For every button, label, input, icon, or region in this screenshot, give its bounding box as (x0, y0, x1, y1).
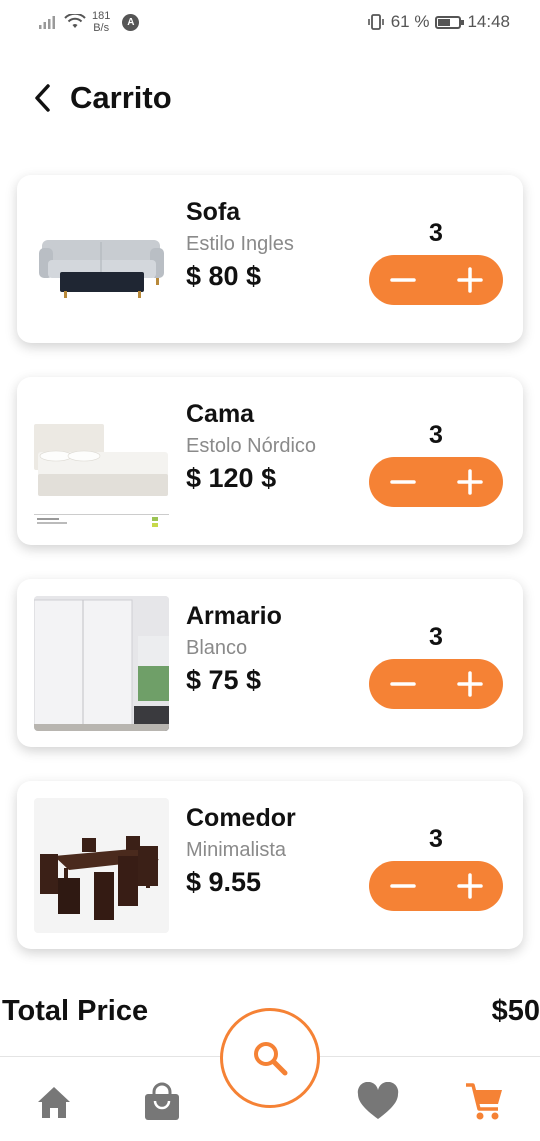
cart-item[interactable]: Cama Estolo Nórdico $ 120 $ 3 (17, 377, 523, 545)
minus-icon (389, 278, 416, 282)
decrement-button[interactable] (379, 863, 427, 909)
battery-level (438, 18, 451, 26)
cart-list: Sofa Estilo Ingles $ 80 $ 3 Cama Estolo … (17, 175, 523, 983)
minus-icon (389, 682, 416, 686)
home-icon[interactable] (31, 1079, 77, 1125)
status-bar: 181 B/s A 61 % 14:48 (0, 0, 540, 46)
product-subtitle: Blanco (186, 637, 248, 659)
product-info: Armario Blanco $ 75 $ (186, 601, 376, 697)
product-image-bed (34, 394, 169, 529)
product-image-dining-set (34, 798, 169, 933)
product-name: Comedor (186, 804, 296, 832)
clock: 14:48 (467, 12, 510, 31)
product-subtitle: Estilo Ingles (186, 233, 294, 255)
network-speed-unit: B/s (93, 22, 110, 34)
product-info: Sofa Estilo Ingles $ 80 $ (186, 197, 376, 293)
quantity-value: 3 (429, 219, 443, 247)
minus-icon (389, 480, 416, 484)
product-image-sofa (34, 192, 169, 327)
quantity-value: 3 (429, 623, 443, 651)
product-subtitle: Estolo Nórdico (186, 435, 317, 457)
product-name: Cama (186, 400, 255, 428)
plus-icon (456, 671, 483, 697)
product-price: $ 80 $ (186, 261, 262, 291)
wifi-icon (64, 14, 86, 28)
increment-button[interactable] (446, 863, 494, 909)
quantity-value: 3 (429, 825, 443, 853)
shopping-bag-icon[interactable] (139, 1079, 185, 1125)
cart-item[interactable]: Comedor Minimalista $ 9.55 3 (17, 781, 523, 949)
status-right: 61 % 14:48 (367, 12, 510, 32)
product-name: Armario (186, 602, 282, 630)
increment-button[interactable] (446, 257, 494, 303)
quantity-stepper (369, 255, 503, 305)
quantity-stepper (369, 659, 503, 709)
chevron-left-icon[interactable] (30, 80, 56, 116)
product-info: Comedor Minimalista $ 9.55 (186, 803, 376, 899)
battery-icon (435, 15, 465, 29)
cart-icon[interactable] (462, 1079, 508, 1125)
product-image-wardrobe (34, 596, 169, 731)
increment-button[interactable] (446, 661, 494, 707)
decrement-button[interactable] (379, 459, 427, 505)
plus-icon (456, 469, 483, 495)
quantity-stepper (369, 457, 503, 507)
minus-icon (389, 884, 416, 888)
plus-icon (456, 267, 483, 293)
product-price: $ 120 $ (186, 463, 277, 493)
network-speed-value: 181 (92, 10, 111, 22)
increment-button[interactable] (446, 459, 494, 505)
product-info: Cama Estolo Nórdico $ 120 $ (186, 399, 376, 495)
cart-item[interactable]: Armario Blanco $ 75 $ 3 (17, 579, 523, 747)
quantity-value: 3 (429, 421, 443, 449)
network-speed: 181 B/s (92, 10, 110, 34)
heart-icon[interactable] (355, 1079, 401, 1125)
product-price: $ 9.55 (186, 867, 262, 897)
page-header: Carrito (30, 80, 172, 116)
battery-percent: 61 % (390, 12, 430, 31)
plus-icon (456, 873, 483, 899)
quantity-stepper (369, 861, 503, 911)
cart-item[interactable]: Sofa Estilo Ingles $ 80 $ 3 (17, 175, 523, 343)
total-value: $50 (491, 995, 540, 1027)
total-label: Total Price (2, 995, 149, 1027)
search-button[interactable] (220, 1008, 320, 1108)
vibrate-icon (367, 14, 384, 30)
product-name: Sofa (186, 198, 241, 226)
page-title: Carrito (70, 80, 172, 115)
product-price: $ 75 $ (186, 665, 262, 695)
decrement-button[interactable] (379, 257, 427, 303)
product-subtitle: Minimalista (186, 839, 287, 861)
status-left: 181 B/s A (38, 10, 140, 34)
decrement-button[interactable] (379, 661, 427, 707)
search-icon (254, 1042, 288, 1076)
app-notification-icon: A (122, 13, 140, 31)
signal-icon (39, 16, 55, 29)
